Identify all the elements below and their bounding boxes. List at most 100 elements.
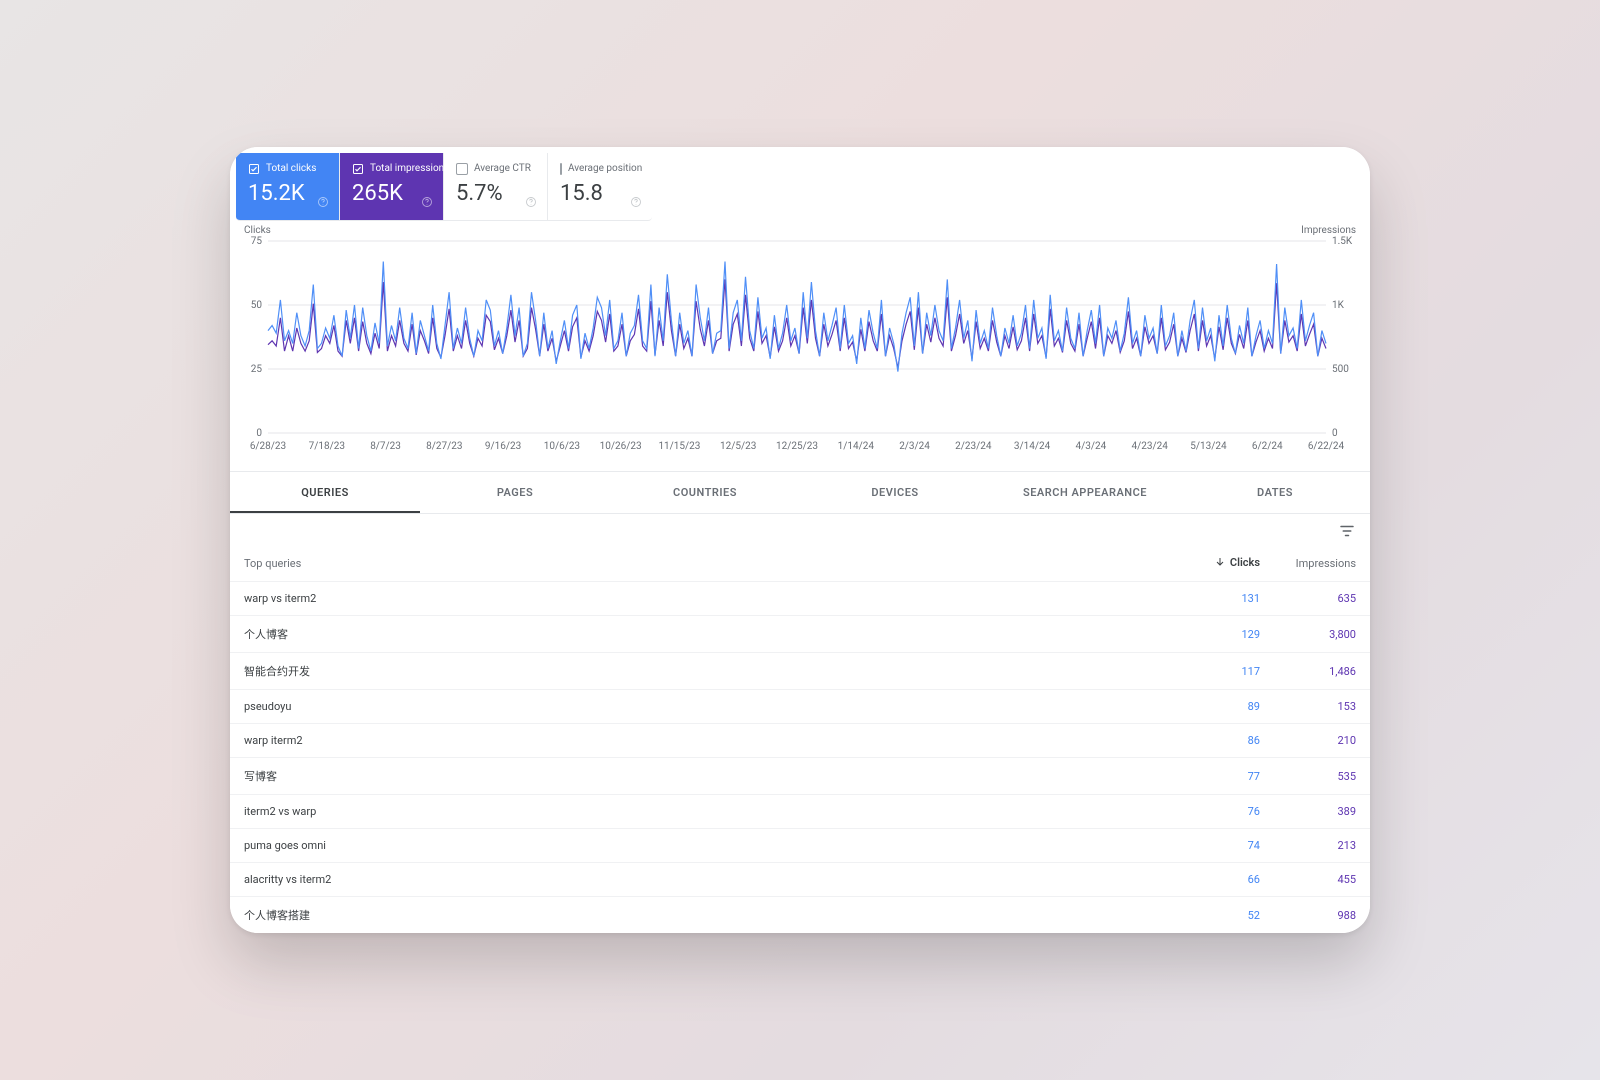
svg-text:75: 75 (251, 236, 263, 247)
metric-ctr-label: Average CTR (474, 163, 531, 174)
cell-query: puma goes omni (230, 829, 1178, 863)
queries-table-body: warp vs iterm2131635个人博客1293,800智能合约开发11… (230, 582, 1370, 934)
tab-devices[interactable]: DEVICES (800, 472, 990, 513)
x-ticks: 6/28/237/18/238/7/238/27/239/16/2310/6/2… (250, 441, 1345, 452)
cell-impressions: 213 (1274, 829, 1370, 863)
right-axis-title: Impressions (1301, 225, 1356, 236)
col-header-clicks-label: Clicks (1230, 556, 1260, 569)
cell-impressions: 635 (1274, 582, 1370, 616)
help-icon[interactable] (630, 193, 642, 212)
svg-text:4/23/24: 4/23/24 (1131, 441, 1168, 452)
table-row[interactable]: alacritty vs iterm266455 (230, 863, 1370, 897)
cell-impressions: 455 (1274, 863, 1370, 897)
svg-text:25: 25 (251, 364, 263, 375)
table-row[interactable]: 个人博客1293,800 (230, 616, 1370, 653)
tab-pages[interactable]: PAGES (420, 472, 610, 513)
dashboard-inner: Total clicks 15.2K Total impressions 265… (230, 147, 1370, 934)
svg-text:0: 0 (1332, 428, 1338, 439)
cell-clicks: 117 (1178, 653, 1274, 690)
svg-text:1/14/24: 1/14/24 (838, 441, 875, 452)
cell-query: warp iterm2 (230, 724, 1178, 758)
cell-impressions: 210 (1274, 724, 1370, 758)
cell-query: alacritty vs iterm2 (230, 863, 1178, 897)
col-header-query[interactable]: Top queries (230, 546, 1178, 582)
cell-impressions: 988 (1274, 897, 1370, 934)
table-row[interactable]: puma goes omni74213 (230, 829, 1370, 863)
cell-clicks: 89 (1178, 690, 1274, 724)
svg-text:12/25/23: 12/25/23 (776, 441, 818, 452)
cell-query: 写博客 (230, 758, 1178, 795)
svg-text:7/18/23: 7/18/23 (309, 441, 345, 452)
cell-query: 个人博客搭建 (230, 897, 1178, 934)
metric-card-clicks[interactable]: Total clicks 15.2K (236, 153, 340, 221)
table-row[interactable]: pseudoyu89153 (230, 690, 1370, 724)
help-icon[interactable] (525, 193, 537, 212)
col-header-impressions[interactable]: Impressions (1274, 546, 1370, 582)
table-row[interactable]: iterm2 vs warp76389 (230, 795, 1370, 829)
metric-card-ctr[interactable]: Average CTR 5.7% (444, 153, 548, 221)
col-header-clicks[interactable]: Clicks (1178, 546, 1274, 582)
series-clicks (268, 261, 1326, 371)
metric-clicks-value: 15.2K (248, 181, 327, 206)
checkbox-on-icon (352, 163, 364, 175)
tab-dates[interactable]: DATES (1180, 472, 1370, 513)
svg-text:8/27/23: 8/27/23 (426, 441, 462, 452)
svg-text:1.5K: 1.5K (1332, 236, 1353, 247)
chart-gridlines (268, 241, 1326, 433)
metric-clicks-label: Total clicks (266, 163, 316, 174)
table-row[interactable]: warp iterm286210 (230, 724, 1370, 758)
cell-clicks: 131 (1178, 582, 1274, 616)
cell-clicks: 52 (1178, 897, 1274, 934)
svg-text:50: 50 (251, 300, 263, 311)
arrow-down-icon (1214, 556, 1226, 568)
analytics-dashboard: Total clicks 15.2K Total impressions 265… (230, 147, 1370, 934)
y-ticks-right: 1.5K1K5000 (1332, 236, 1353, 439)
svg-text:3/14/24: 3/14/24 (1014, 441, 1051, 452)
cell-impressions: 535 (1274, 758, 1370, 795)
metric-impressions-label: Total impressions (370, 163, 449, 174)
metric-position-label: Average position (568, 163, 642, 174)
svg-text:8/7/23: 8/7/23 (370, 441, 401, 452)
table-row[interactable]: 写博客77535 (230, 758, 1370, 795)
cell-clicks: 77 (1178, 758, 1274, 795)
tab-countries[interactable]: COUNTRIES (610, 472, 800, 513)
table-row[interactable]: 个人博客搭建52988 (230, 897, 1370, 934)
tab-queries[interactable]: QUERIES (230, 472, 420, 513)
filter-bar (230, 514, 1370, 546)
metric-card-position[interactable]: Average position 15.8 (548, 153, 652, 221)
svg-text:12/5/23: 12/5/23 (720, 441, 756, 452)
cell-impressions: 1,486 (1274, 653, 1370, 690)
cell-query: warp vs iterm2 (230, 582, 1178, 616)
tab-search-appearance[interactable]: SEARCH APPEARANCE (990, 472, 1180, 513)
metric-impressions-value: 265K (352, 181, 431, 206)
cell-clicks: 74 (1178, 829, 1274, 863)
cell-query: iterm2 vs warp (230, 795, 1178, 829)
cell-clicks: 76 (1178, 795, 1274, 829)
cell-clicks: 129 (1178, 616, 1274, 653)
svg-text:2/23/24: 2/23/24 (955, 441, 992, 452)
cell-query: pseudoyu (230, 690, 1178, 724)
table-row[interactable]: 智能合约开发1171,486 (230, 653, 1370, 690)
svg-text:5/13/24: 5/13/24 (1190, 441, 1227, 452)
help-icon[interactable] (421, 193, 433, 212)
cell-query: 智能合约开发 (230, 653, 1178, 690)
help-icon[interactable] (317, 193, 329, 212)
svg-text:4/3/24: 4/3/24 (1076, 441, 1107, 452)
svg-text:6/28/23: 6/28/23 (250, 441, 286, 452)
checkbox-off-icon (560, 163, 562, 175)
left-axis-title: Clicks (244, 225, 271, 236)
svg-text:500: 500 (1332, 364, 1349, 375)
table-row[interactable]: warp vs iterm2131635 (230, 582, 1370, 616)
line-chart[interactable]: 7550250 1.5K1K5000 6/28/237/18/238/7/238… (240, 227, 1360, 457)
filter-icon[interactable] (1338, 522, 1356, 544)
series-impressions (268, 279, 1326, 367)
metric-position-value: 15.8 (560, 181, 640, 206)
metric-card-impressions[interactable]: Total impressions 265K (340, 153, 444, 221)
metric-cards-row: Total clicks 15.2K Total impressions 265… (230, 147, 1370, 223)
dimension-tabs: QUERIESPAGESCOUNTRIESDEVICESSEARCH APPEA… (230, 471, 1370, 514)
cell-impressions: 389 (1274, 795, 1370, 829)
checkbox-on-icon (248, 163, 260, 175)
cell-clicks: 86 (1178, 724, 1274, 758)
svg-text:2/3/24: 2/3/24 (899, 441, 930, 452)
cell-query: 个人博客 (230, 616, 1178, 653)
